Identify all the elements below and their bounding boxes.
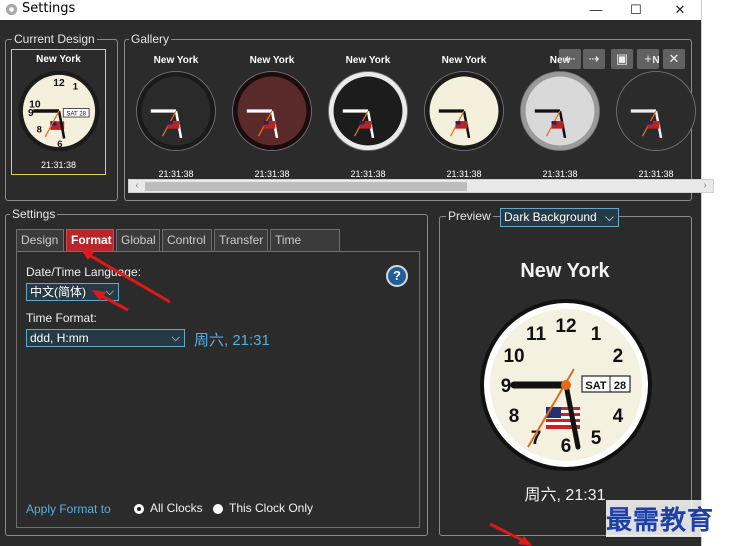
clock-time: 21:31:38 xyxy=(350,169,386,179)
remove-icon[interactable]: ✕ xyxy=(663,49,685,69)
watermark-logo: 最需教育 xyxy=(606,500,715,537)
svg-text:6: 6 xyxy=(57,139,62,150)
svg-text:12: 12 xyxy=(53,78,65,89)
gallery-clock[interactable]: New York 21:31:38 xyxy=(130,51,222,179)
clock-face-icon xyxy=(136,71,216,151)
language-label: Date/Time Language: xyxy=(26,265,141,279)
preview-day: 28 xyxy=(614,380,626,392)
clock-time: 21:31:38 xyxy=(446,169,482,179)
preview-clock-number: 5 xyxy=(591,428,602,449)
arrow-left-icon[interactable]: ⇠ xyxy=(559,49,581,69)
preview-city: New York xyxy=(520,260,610,282)
clock-city: New York xyxy=(36,54,81,65)
chevron-down-icon: ⌵ xyxy=(604,210,614,224)
gallery-clock[interactable]: New York 21:31:38 xyxy=(322,51,414,179)
preview-clock-number: 11 xyxy=(526,324,547,345)
tab-transfer[interactable]: Transfer xyxy=(214,229,268,251)
tab-global[interactable]: Global xyxy=(116,229,160,251)
time-format-label: Time Format: xyxy=(26,311,97,325)
clock-face-icon xyxy=(616,71,696,151)
preview-legend: Preview xyxy=(446,209,493,223)
current-design-clock[interactable]: New York 12 10 9 1 8 6 SAT 28 21:31:38 xyxy=(11,49,106,175)
clock-time: 21:31:38 xyxy=(638,169,674,179)
settings-legend: Settings xyxy=(10,207,58,221)
preview-clock-number: 1 xyxy=(591,324,602,345)
clock-face-icon xyxy=(232,71,312,151)
maximize-button[interactable]: ☐ xyxy=(614,0,658,20)
chevron-down-icon: ⌵ xyxy=(171,332,180,344)
preview-clock-number: 2 xyxy=(613,346,624,367)
svg-text:1: 1 xyxy=(73,82,78,93)
time-format-value: ddd, H:mm xyxy=(30,331,89,345)
preview-background-select[interactable]: Dark Background ⌵ xyxy=(500,208,619,227)
clock-time: 21:31:38 xyxy=(542,169,578,179)
scroll-right-icon[interactable]: › xyxy=(699,180,711,192)
svg-text:SAT 28: SAT 28 xyxy=(66,111,86,117)
clock-face-icon xyxy=(424,71,504,151)
time-format-preview: 周六, 21:31 xyxy=(194,332,270,349)
preview-clock-number: 4 xyxy=(613,406,624,427)
gallery-legend: Gallery xyxy=(129,32,172,46)
clock-city: New York xyxy=(153,55,199,66)
gallery-clock[interactable]: New 21:31:38 xyxy=(514,51,606,179)
gallery-clock[interactable]: New York 21:31:38 xyxy=(418,51,510,179)
clock-time: 21:31:38 xyxy=(254,169,290,179)
preview-clock-number: 9 xyxy=(501,376,512,397)
clock-time: 21:31:38 xyxy=(40,160,77,170)
clock-city: New York xyxy=(249,55,295,66)
clock-face-icon: 12 10 9 1 8 6 SAT 28 xyxy=(18,70,100,152)
arrow-right-icon[interactable]: ⇢ xyxy=(583,49,605,69)
title-bar: Settings — ☐ ✕ xyxy=(0,0,702,20)
tab-format[interactable]: Format xyxy=(66,229,114,251)
preview-clock-face: 121234567891011 SAT 28 xyxy=(480,299,652,471)
radio-all-clocks-label[interactable]: All Clocks xyxy=(150,501,203,515)
language-value: 中文(简体) xyxy=(30,285,86,299)
gear-icon xyxy=(5,3,18,16)
minimize-button[interactable]: — xyxy=(574,0,618,20)
close-button[interactable]: ✕ xyxy=(658,0,702,20)
tab-time-check[interactable]: Time Check xyxy=(270,229,340,267)
scroll-thumb[interactable] xyxy=(145,182,467,191)
clock-face-icon xyxy=(328,71,408,151)
tab-design[interactable]: Design xyxy=(16,229,64,251)
svg-text:9: 9 xyxy=(28,108,34,119)
radio-this-clock-label[interactable]: This Clock Only xyxy=(229,501,313,515)
svg-text:8: 8 xyxy=(37,125,42,136)
clock-city: New York xyxy=(345,55,391,66)
help-icon[interactable]: ? xyxy=(386,265,408,287)
scroll-left-icon[interactable]: ‹ xyxy=(131,180,143,192)
gallery-scrollbar[interactable]: ‹ › xyxy=(128,179,714,193)
preview-clock-number: 6 xyxy=(561,436,572,457)
preview-background-value: Dark Background xyxy=(504,210,597,224)
preview-clock-number: 10 xyxy=(503,346,524,367)
clock-time: 21:31:38 xyxy=(158,169,194,179)
apply-format-label: Apply Format to xyxy=(26,502,111,516)
clock-city: New York xyxy=(441,55,487,66)
time-format-select[interactable]: ddd, H:mm ⌵ xyxy=(26,329,185,347)
preview-clock-number: 12 xyxy=(555,316,576,337)
chevron-down-icon: ⌵ xyxy=(105,286,114,298)
save-icon[interactable]: ▣ xyxy=(611,49,633,69)
language-select[interactable]: 中文(简体) ⌵ xyxy=(26,283,119,301)
window-title: Settings xyxy=(22,1,76,16)
preview-date: SAT xyxy=(585,380,606,392)
radio-all-clocks[interactable] xyxy=(134,504,144,514)
tab-control[interactable]: Control xyxy=(162,229,212,251)
clock-face-icon xyxy=(520,71,600,151)
radio-this-clock[interactable] xyxy=(213,504,223,514)
preview-clock-number: 8 xyxy=(509,406,520,427)
gallery-clock[interactable]: N 21:31:38 xyxy=(610,51,702,179)
gallery-clock[interactable]: New York 21:31:38 xyxy=(226,51,318,179)
add-icon[interactable]: + xyxy=(637,49,659,69)
current-design-legend: Current Design xyxy=(12,32,97,46)
